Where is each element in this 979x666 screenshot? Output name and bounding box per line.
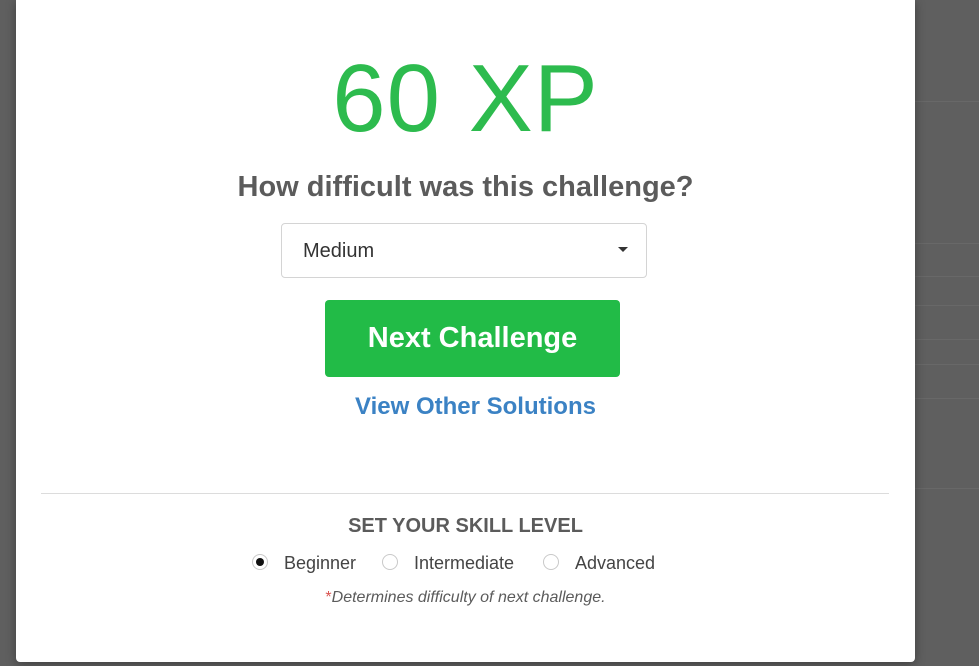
skill-level-radio-group: Beginner Intermediate Advanced [16,551,889,577]
difficulty-question: How difficult was this challenge? [237,171,694,203]
skill-level-title: SET YOUR SKILL LEVEL [348,515,583,537]
radio-advanced[interactable] [543,554,559,570]
radio-label-beginner: Beginner [284,553,357,573]
difficulty-select[interactable]: Medium [281,223,647,278]
caret-down-icon [618,247,628,252]
next-challenge-button[interactable]: Next Challenge [325,300,620,377]
section-divider [41,493,889,494]
radio-intermediate[interactable] [382,554,398,570]
radio-label-intermediate: Intermediate [414,553,515,573]
challenge-complete-modal: 60 XP How difficult was this challenge? … [16,0,915,662]
difficulty-selected-value: Medium [303,240,375,262]
radio-label-advanced: Advanced [575,553,656,573]
skill-level-note: *Determines difficulty of next challenge… [16,587,915,609]
skill-level-note-text: Determines difficulty of next challenge. [331,589,606,606]
view-other-solutions-link[interactable]: View Other Solutions [16,391,935,423]
radio-beginner[interactable] [252,554,268,570]
xp-earned: 60 XP [332,45,599,152]
